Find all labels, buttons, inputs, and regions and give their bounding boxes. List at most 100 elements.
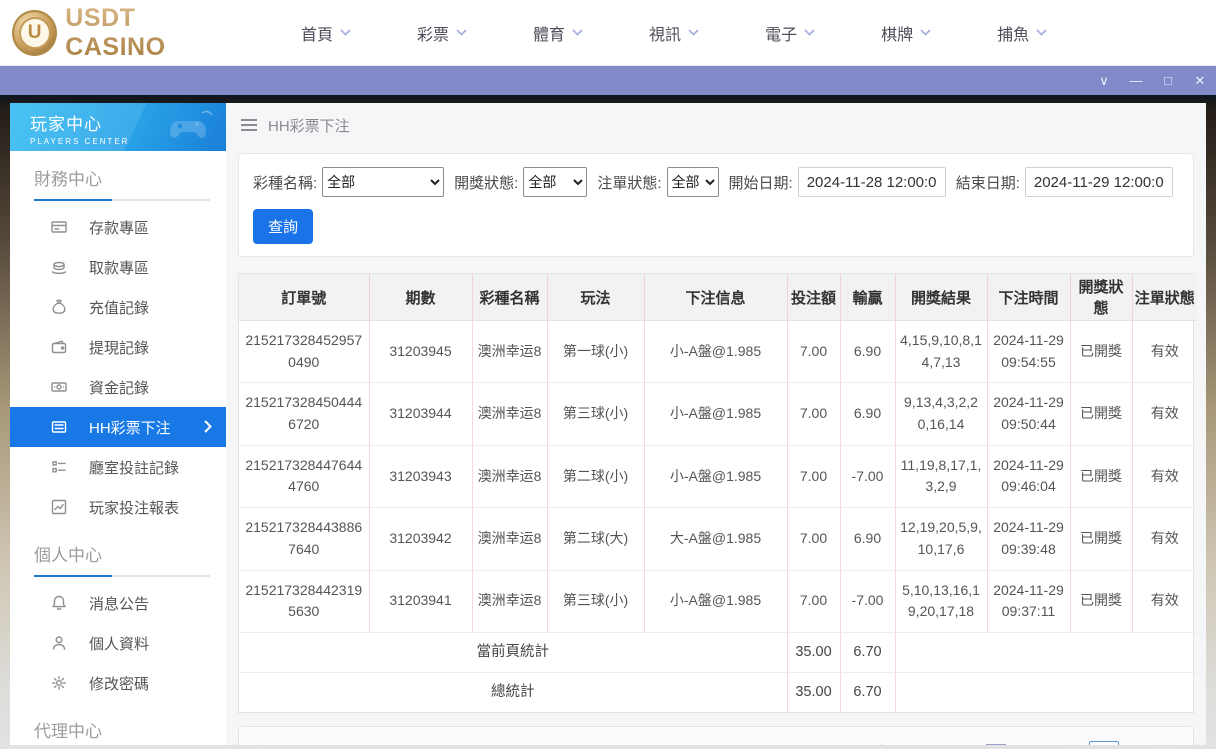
brand-logo[interactable]: U USDT CASINO bbox=[0, 4, 240, 62]
table-cell: 2024-11-29 09:39:48 bbox=[986, 507, 1070, 571]
sidebar-item-label: 存款專區 bbox=[89, 219, 150, 237]
sidebar-item-player-bet-report[interactable]: 玩家投注報表 bbox=[10, 487, 226, 527]
chevron-right-icon bbox=[204, 420, 212, 433]
start-date-input[interactable] bbox=[797, 167, 946, 197]
col-winloss: 輸贏 bbox=[839, 274, 895, 321]
sidebar-item-announcements[interactable]: 消息公告 bbox=[10, 583, 226, 623]
lottery-name-select[interactable]: 全部 bbox=[322, 167, 445, 197]
order-status-label: 注單狀態: bbox=[597, 174, 662, 192]
section-title-agent: 代理中心 bbox=[34, 722, 102, 741]
col-draw-result: 開獎結果 bbox=[894, 274, 987, 321]
money-bag-icon bbox=[50, 298, 68, 316]
sidebar-item-withdrawal-record[interactable]: 提現記錄 bbox=[10, 327, 226, 367]
sidebar-item-hall-bet-record[interactable]: 廳室投註記錄 bbox=[10, 447, 226, 487]
chevron-down-icon bbox=[688, 29, 699, 36]
sidebar-item-hh-lottery-bets[interactable]: HH彩票下注 bbox=[10, 407, 226, 447]
main-nav: 首頁 彩票 體育 視訊 電子 棋牌 捕魚 bbox=[268, 21, 1080, 45]
section-rule bbox=[34, 199, 210, 201]
sidebar-item-label: 廳室投註記錄 bbox=[89, 459, 180, 477]
jump-button[interactable]: 跳转 bbox=[1151, 742, 1179, 745]
nav-item-sports[interactable]: 體育 bbox=[500, 21, 616, 45]
window-titlebar: ∨ — □ ✕ bbox=[0, 66, 1216, 95]
grand-summary-bet-total: 35.00 bbox=[786, 672, 840, 713]
nav-item-cards[interactable]: 棋牌 bbox=[848, 21, 964, 45]
first-page-link[interactable]: 首页 bbox=[898, 742, 926, 745]
table-cell: 已開獎 bbox=[1069, 320, 1132, 384]
lottery-ticket-icon bbox=[50, 418, 68, 436]
table-cell: 有效 bbox=[1131, 320, 1197, 384]
gamepad-icon bbox=[170, 110, 213, 138]
table-cell: 有效 bbox=[1131, 382, 1197, 446]
jump-suffix-text: 页 bbox=[1128, 742, 1142, 745]
table-cell: 11,19,8,17,1,3,2,9 bbox=[894, 445, 987, 509]
sidebar-item-withdraw[interactable]: 取款專區 bbox=[10, 247, 226, 287]
end-date-input[interactable] bbox=[1024, 167, 1173, 197]
table-header-row: 訂單號 期數 彩種名稱 玩法 下注信息 投注額 輸贏 開獎結果 下注時間 開獎狀… bbox=[239, 274, 1197, 321]
grand-summary-winloss-total: 6.70 bbox=[839, 672, 895, 713]
bets-table-card: 訂單號 期數 彩種名稱 玩法 下注信息 投注額 輸贏 開獎結果 下注時間 開獎狀… bbox=[238, 273, 1197, 714]
page-title: HH彩票下注 bbox=[268, 117, 350, 135]
table-cell: 第三球(小) bbox=[546, 382, 644, 446]
table-cell: 6.90 bbox=[839, 507, 895, 571]
table-cell: 2152173284529570490 bbox=[239, 320, 369, 384]
table-cell: 7.00 bbox=[786, 382, 840, 446]
draw-status-label: 開獎狀態: bbox=[454, 174, 519, 192]
col-bet-amount: 投注額 bbox=[786, 274, 840, 321]
table-cell: 小-A盤@1.985 bbox=[643, 570, 787, 633]
next-page-link[interactable]: 下一页 bbox=[1015, 742, 1057, 745]
table-cell: 31203945 bbox=[368, 320, 472, 384]
report-chart-icon bbox=[50, 498, 68, 516]
table-cell: 7.00 bbox=[786, 570, 840, 633]
filter-panel: 彩種名稱: 全部 開獎狀態: 全部 注單狀態: 全部 開始日期: 結束日期: 查… bbox=[238, 153, 1194, 257]
table-cell: 有效 bbox=[1131, 445, 1197, 509]
table-cell: 有效 bbox=[1131, 570, 1197, 633]
table-cell: 2152173284438867640 bbox=[239, 507, 369, 571]
minimize-icon[interactable]: — bbox=[1120, 66, 1152, 95]
brand-name: USDT CASINO bbox=[65, 4, 240, 62]
jump-page-input[interactable] bbox=[1089, 741, 1119, 745]
nav-item-home[interactable]: 首頁 bbox=[268, 21, 384, 45]
table-row: 2152173284529570490 31203945 澳洲幸运8 第一球(小) 小-… bbox=[239, 320, 1197, 384]
wallet-icon bbox=[50, 338, 68, 356]
sidebar-item-recharge-record[interactable]: 充值記錄 bbox=[10, 287, 226, 327]
nav-item-lottery[interactable]: 彩票 bbox=[384, 21, 500, 45]
close-icon[interactable]: ✕ bbox=[1184, 66, 1216, 95]
table-cell: 7.00 bbox=[786, 507, 840, 571]
table-cell: 4,15,9,10,8,14,7,13 bbox=[894, 320, 987, 384]
table-cell: 第二球(小) bbox=[546, 445, 644, 509]
table-cell: 已開獎 bbox=[1069, 382, 1132, 446]
grand-summary-empty bbox=[894, 672, 1197, 713]
sidebar-item-deposit[interactable]: 存款專區 bbox=[10, 207, 226, 247]
draw-status-select[interactable]: 全部 bbox=[523, 167, 588, 197]
prev-page-link[interactable]: 上一页 bbox=[935, 742, 977, 745]
table-cell: 5,10,13,16,19,20,17,18 bbox=[894, 570, 987, 633]
brand-logo-letter: U bbox=[18, 16, 51, 49]
maximize-icon[interactable]: □ bbox=[1152, 66, 1184, 95]
table-cell: 已開獎 bbox=[1069, 570, 1132, 633]
table-cell: 小-A盤@1.985 bbox=[643, 382, 787, 446]
gear-icon bbox=[50, 674, 68, 692]
table-cell: 已開獎 bbox=[1069, 507, 1132, 571]
nav-item-fishing[interactable]: 捕魚 bbox=[964, 21, 1080, 45]
col-draw-status: 開獎狀態 bbox=[1069, 274, 1132, 321]
search-button[interactable]: 查詢 bbox=[253, 209, 314, 244]
order-status-select[interactable]: 全部 bbox=[666, 167, 719, 197]
col-issue: 期數 bbox=[368, 274, 472, 321]
sidebar-item-profile[interactable]: 個人資料 bbox=[10, 623, 226, 663]
table-cell: 第三球(小) bbox=[546, 570, 644, 633]
table-cell: 有效 bbox=[1131, 507, 1197, 571]
nav-item-label: 首頁 bbox=[301, 26, 334, 44]
section-title-personal: 個人中心 bbox=[34, 546, 102, 565]
withdraw-hand-icon bbox=[50, 258, 68, 276]
nav-item-live[interactable]: 視訊 bbox=[616, 21, 732, 45]
deposit-card-icon bbox=[50, 218, 68, 236]
page-size-text: 每頁顯示20條 bbox=[253, 742, 339, 745]
sidebar-item-change-password[interactable]: 修改密碼 bbox=[10, 663, 226, 703]
nav-item-slots[interactable]: 電子 bbox=[732, 21, 848, 45]
sidebar-item-funds-record[interactable]: 資金記錄 bbox=[10, 367, 226, 407]
main-content: HH彩票下注 彩種名稱: 全部 開獎狀態: 全部 注單狀態: 全部 開始日期: … bbox=[226, 103, 1206, 745]
menu-icon[interactable] bbox=[241, 119, 257, 131]
window-menu-icon[interactable]: ∨ bbox=[1088, 66, 1120, 95]
person-icon bbox=[50, 634, 68, 652]
chevron-down-icon bbox=[1036, 29, 1047, 36]
